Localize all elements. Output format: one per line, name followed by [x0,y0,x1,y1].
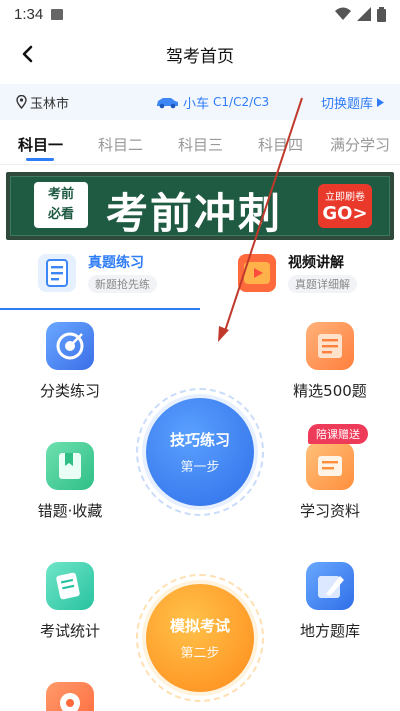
banner-tag: 考前 必看 [34,182,88,228]
banner-go-button[interactable]: 立即刷卷 GO> [318,184,372,228]
status-icons [335,6,386,22]
mode-real-exam-subtitle: 新题抢先练 [88,275,157,293]
feature-exam-statistics-label: 考试统计 [39,622,100,640]
mock-exam-step: 第二步 [180,646,220,661]
mode-video-subtitle: 真题详细解 [288,275,357,293]
tab-subject-four[interactable]: 科目四 [258,134,303,155]
document-list-icon [38,253,76,292]
skill-practice-title: 技巧练习 [169,431,230,449]
sprint-banner[interactable]: 考前 必看 考前冲刺 立即刷卷 GO> [6,172,394,240]
city-label: 玉林市 [30,96,70,112]
city-selector[interactable]: 玉林市 [16,93,69,112]
mode-tabs: 真题练习 新题抢先练 视频讲解 真题详细解 [0,252,400,310]
tab-subject-three[interactable]: 科目三 [178,134,223,155]
mode-real-exam-title: 真题练习 [88,255,144,271]
banner-tag-line2: 必看 [47,207,74,222]
status-time: 1:34 [14,5,44,23]
license-types-label: C1/C2/C3 [213,95,270,109]
status-bar: 1:34 [0,0,400,28]
subject-tabs: 科目一 科目二 科目三 科目四 满分学习 [0,128,400,164]
feature-study-materials-label: 学习资料 [299,502,360,520]
triangle-right-icon [377,97,384,107]
target-icon [46,322,94,370]
stats-icon [46,562,94,610]
mock-exam-button[interactable]: 模拟考试 第二步 [146,584,254,692]
active-tab-indicator [26,158,54,161]
banner-tag-line1: 考前 [47,187,74,202]
skill-practice-step: 第一步 [180,460,220,475]
feature-local-bank[interactable]: 地方题库 [280,562,380,641]
video-play-icon [238,253,276,292]
feature-location[interactable] [20,682,120,711]
chevron-left-icon [22,45,33,63]
location-bar: 玉林市 小车 C1/C2/C3 切换题库 [0,84,400,120]
location-icon [46,682,94,711]
mock-exam-title: 模拟考试 [169,617,230,635]
feature-exam-statistics[interactable]: 考试统计 [20,562,120,641]
signal-icon [357,7,371,21]
feature-selected-500[interactable]: 精选500题 [280,322,380,401]
mode-video[interactable]: 视频讲解 真题详细解 [238,252,357,293]
car-icon [157,97,179,108]
mode-active-indicator [0,308,200,310]
notes-icon [306,442,354,490]
location-pin-icon [16,95,27,109]
page-title: 驾考首页 [166,46,234,67]
banner-button-bottom: GO> [322,203,368,224]
feature-category-practice-label: 分类练习 [39,382,100,400]
battery-icon [377,6,386,22]
gift-badge: 陪课赠送 [308,424,368,444]
feature-local-bank-label: 地方题库 [299,622,360,640]
document-icon [306,322,354,370]
wifi-icon [335,7,351,20]
mode-real-exam[interactable]: 真题练习 新题抢先练 [38,252,157,293]
skill-practice-button[interactable]: 技巧练习 第一步 [146,398,254,506]
mode-video-title: 视频讲解 [288,255,344,271]
divider [0,164,400,165]
tab-subject-one[interactable]: 科目一 [18,134,63,155]
tab-full-score[interactable]: 满分学习 [330,134,390,155]
switch-label: 切换题库 [320,96,373,112]
tab-subject-two[interactable]: 科目二 [98,134,143,155]
feature-study-materials[interactable]: 学习资料 [280,442,380,521]
bookmark-icon [46,442,94,490]
switch-question-bank-button[interactable]: 切换题库 [321,93,384,112]
feature-mistakes-favorites-label: 错题·收藏 [37,502,103,520]
banner-headline: 考前冲刺 [106,189,283,238]
pen-icon [306,562,354,610]
back-button[interactable] [14,40,40,68]
feature-mistakes-favorites[interactable]: 错题·收藏 [20,442,120,521]
feature-category-practice[interactable]: 分类练习 [20,322,120,401]
car-type-indicator[interactable]: 小车 C1/C2/C3 [155,93,269,112]
app-header: 驾考首页 [0,36,400,72]
image-notification-icon [51,8,64,20]
car-type-label: 小车 [183,96,210,112]
feature-selected-500-label: 精选500题 [293,382,367,400]
banner-button-top: 立即刷卷 [325,192,365,203]
